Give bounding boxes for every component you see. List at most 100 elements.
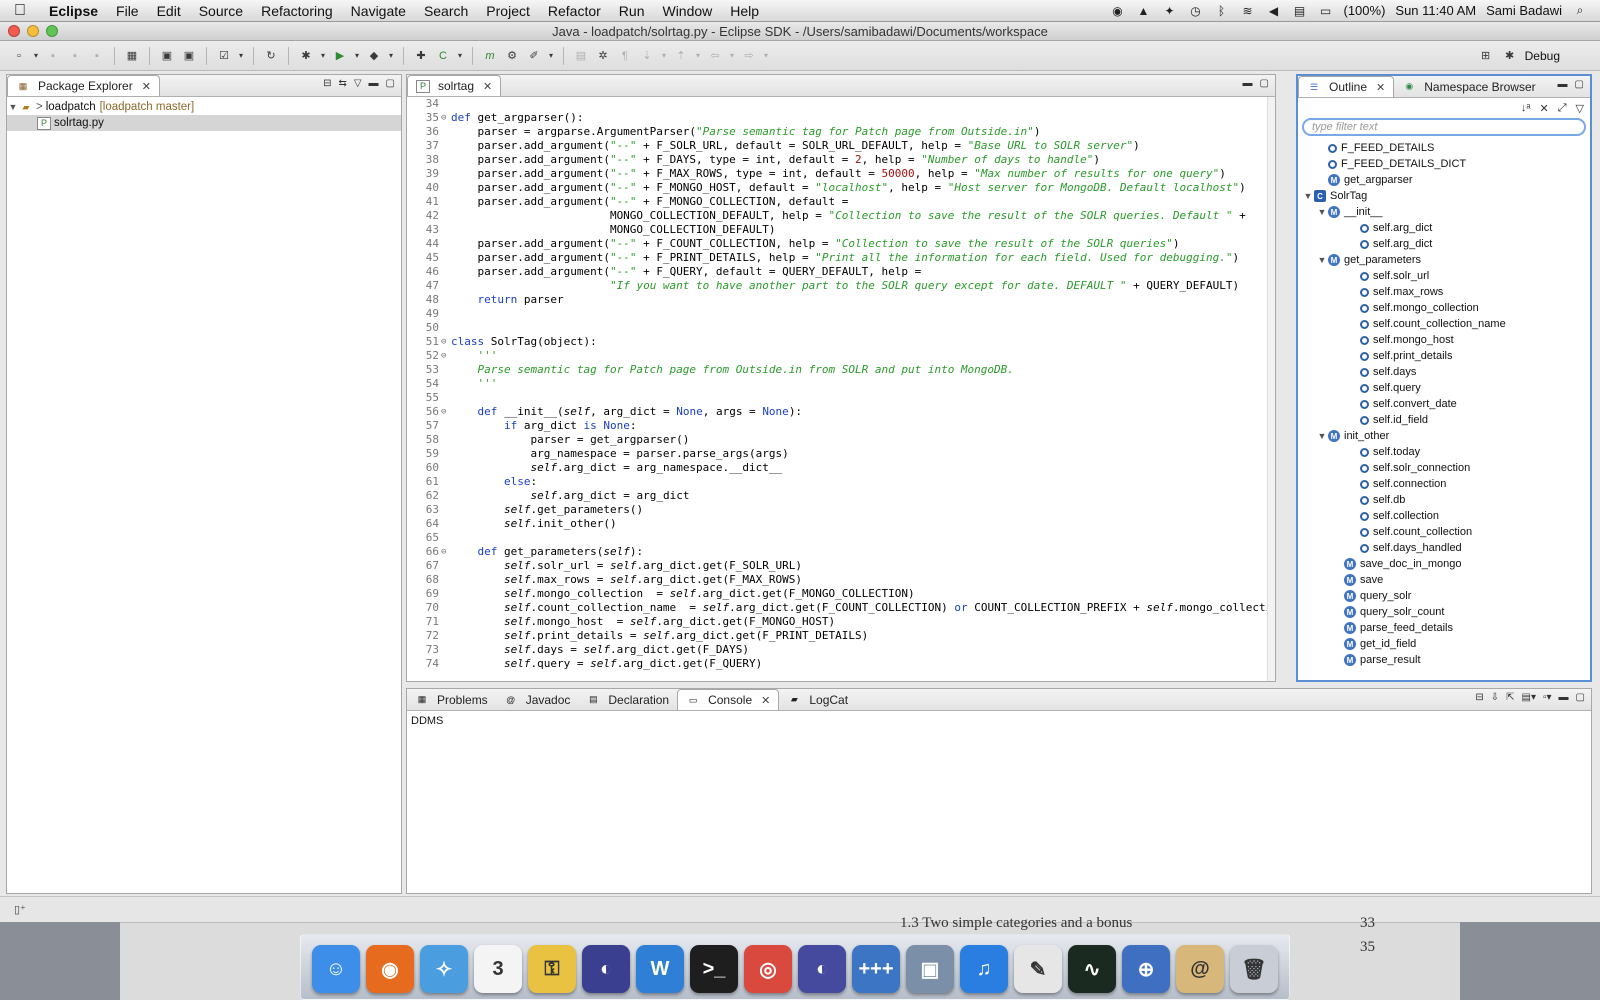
forward-dropdown-icon[interactable]: ▾	[762, 47, 770, 65]
forward-icon[interactable]: ⇨	[740, 47, 758, 65]
mylyn-icon[interactable]: ✲	[594, 47, 612, 65]
fold-toggle-icon[interactable]	[441, 629, 451, 643]
code-line[interactable]: 61 else:	[407, 475, 1267, 489]
close-window-icon[interactable]	[8, 25, 20, 37]
tab-console[interactable]: ▭ Console ✕	[677, 689, 780, 710]
outline-item[interactable]: Mget_argparser	[1298, 172, 1590, 188]
network-utility-icon[interactable]: ⊕	[1122, 945, 1170, 993]
code-line[interactable]: 60 self.arg_dict = arg_namespace.__dict_…	[407, 461, 1267, 475]
code-line[interactable]: 71 self.mongo_host = self.arg_dict.get(F…	[407, 615, 1267, 629]
outline-item[interactable]: self.arg_dict	[1298, 236, 1590, 252]
new-dropdown-icon[interactable]: ▾	[32, 47, 40, 65]
fold-toggle-icon[interactable]	[441, 615, 451, 629]
fold-toggle-icon[interactable]	[441, 293, 451, 307]
code-line[interactable]: 50	[407, 321, 1267, 335]
code-line[interactable]: 63 self.get_parameters()	[407, 503, 1267, 517]
zoom-window-icon[interactable]	[46, 25, 58, 37]
menu-help[interactable]: Help	[721, 3, 768, 19]
minimize-icon[interactable]: ▬	[1243, 78, 1253, 89]
show-whitespace-icon[interactable]: ¶	[616, 47, 634, 65]
dropdown-icon[interactable]: ▾	[237, 47, 245, 65]
save-all-icon[interactable]: ▪	[66, 47, 84, 65]
fold-toggle-icon[interactable]	[441, 559, 451, 573]
print-icon[interactable]: ▪	[88, 47, 106, 65]
code-line[interactable]: 66 ⊖ def get_parameters(self):	[407, 545, 1267, 559]
fold-toggle-icon[interactable]: ⊖	[441, 545, 451, 559]
editor-scrollbar[interactable]	[1267, 97, 1275, 681]
tab-problems[interactable]: ▦ Problems	[407, 689, 496, 710]
menu-search[interactable]: Search	[415, 3, 477, 19]
outline-item[interactable]: F_FEED_DETAILS_DICT	[1298, 156, 1590, 172]
code-line[interactable]: 64 self.init_other()	[407, 517, 1267, 531]
pin-console-icon[interactable]: ⇱	[1506, 692, 1514, 703]
minimize-icon[interactable]: ▬	[1559, 692, 1569, 703]
toggle-mark-icon[interactable]: ▤	[572, 47, 590, 65]
tab-javadoc[interactable]: @ Javadoc	[496, 689, 579, 710]
outline-item[interactable]: Msave_doc_in_mongo	[1298, 556, 1590, 572]
expand-toggle-icon[interactable]: ▼	[1316, 431, 1328, 441]
spotlight-icon[interactable]: ⌕	[1572, 3, 1588, 18]
code-line[interactable]: 52 ⊖ '''	[407, 349, 1267, 363]
tab-outline[interactable]: ☰ Outline ✕	[1298, 76, 1395, 97]
outline-item[interactable]: Mquery_solr	[1298, 588, 1590, 604]
code-line[interactable]: 45 parser.add_argument("--" + F_PRINT_DE…	[407, 251, 1267, 265]
scroll-lock-icon[interactable]: ⇩	[1491, 692, 1499, 703]
textedit-icon[interactable]: ✎	[1014, 945, 1062, 993]
view-menu-icon[interactable]: ▽	[1576, 102, 1584, 115]
link-editor-icon[interactable]: ⇆	[338, 78, 346, 89]
search-tool-dropdown-icon[interactable]: ▾	[547, 47, 555, 65]
fold-toggle-icon[interactable]	[441, 97, 451, 111]
code-line[interactable]: 43 MONGO_COLLECTION_DEFAULT)	[407, 223, 1267, 237]
new-class-dropdown-icon[interactable]: ▾	[456, 47, 464, 65]
next-annotation-dropdown-icon[interactable]: ▾	[660, 47, 668, 65]
debug-icon[interactable]: ✱	[297, 47, 315, 65]
prev-annotation-dropdown-icon[interactable]: ▾	[694, 47, 702, 65]
sync-icon[interactable]: ◉	[1109, 4, 1125, 18]
code-line[interactable]: 54 '''	[407, 377, 1267, 391]
fold-toggle-icon[interactable]	[441, 531, 451, 545]
fold-toggle-icon[interactable]	[441, 643, 451, 657]
word-icon[interactable]: W	[636, 945, 684, 993]
code-line[interactable]: 56 ⊖ def __init__(self, arg_dict = None, …	[407, 405, 1267, 419]
outline-item[interactable]: self.solr_connection	[1298, 460, 1590, 476]
refresh-icon[interactable]: ↻	[262, 47, 280, 65]
open-console-icon[interactable]: ▫▾	[1543, 692, 1552, 703]
code-line[interactable]: 40 parser.add_argument("--" + F_MONGO_HO…	[407, 181, 1267, 195]
new-module-icon[interactable]: m	[481, 47, 499, 65]
fast-view-icon[interactable]: ▯⁺	[14, 903, 26, 916]
code-line[interactable]: 73 self.days = self.arg_dict.get(F_DAYS)	[407, 643, 1267, 657]
safari-icon[interactable]: ✧	[420, 945, 468, 993]
menu-edit[interactable]: Edit	[148, 3, 190, 19]
minimize-icon[interactable]: ▬	[369, 78, 379, 89]
fold-toggle-icon[interactable]	[441, 433, 451, 447]
debug-dropdown-icon[interactable]: ▾	[319, 47, 327, 65]
code-line[interactable]: 39 parser.add_argument("--" + F_MAX_ROWS…	[407, 167, 1267, 181]
clock[interactable]: Sun 11:40 AM	[1395, 3, 1476, 18]
outline-item[interactable]: Mget_id_field	[1298, 636, 1590, 652]
terminal-icon[interactable]: >_	[690, 945, 738, 993]
external-tools-icon[interactable]: ◆	[365, 47, 383, 65]
eclipse-alt-icon[interactable]: ◐	[798, 945, 846, 993]
tab-editor-solrtag[interactable]: P solrtag ✕	[407, 75, 502, 96]
outline-item[interactable]: self.mongo_host	[1298, 332, 1590, 348]
fold-toggle-icon[interactable]	[441, 223, 451, 237]
outline-item[interactable]: ▼ Mget_parameters	[1298, 252, 1590, 268]
code-line[interactable]: 74 self.query = self.arg_dict.get(F_QUER…	[407, 657, 1267, 671]
outline-item[interactable]: self.query	[1298, 380, 1590, 396]
tab-declaration[interactable]: ▤ Declaration	[578, 689, 677, 710]
fold-toggle-icon[interactable]	[441, 251, 451, 265]
fold-toggle-icon[interactable]	[441, 237, 451, 251]
maximize-icon[interactable]: ▢	[1575, 79, 1584, 90]
firefox-icon[interactable]: ◉	[366, 945, 414, 993]
maximize-icon[interactable]: ▢	[386, 78, 395, 89]
save-icon[interactable]: ▪	[44, 47, 62, 65]
code-line[interactable]: 48 return parser	[407, 293, 1267, 307]
open-perspective-icon[interactable]: ⊞	[1477, 47, 1495, 65]
sort-icon[interactable]: ↓ᵃ	[1521, 102, 1531, 114]
code-line[interactable]: 42 MONGO_COLLECTION_DEFAULT, help = "Col…	[407, 209, 1267, 223]
code-line[interactable]: 38 parser.add_argument("--" + F_DAYS, ty…	[407, 153, 1267, 167]
flag-icon[interactable]: ▤	[1291, 4, 1307, 18]
fold-toggle-icon[interactable]	[441, 209, 451, 223]
outline-item[interactable]: self.arg_dict	[1298, 220, 1590, 236]
fold-toggle-icon[interactable]	[441, 167, 451, 181]
